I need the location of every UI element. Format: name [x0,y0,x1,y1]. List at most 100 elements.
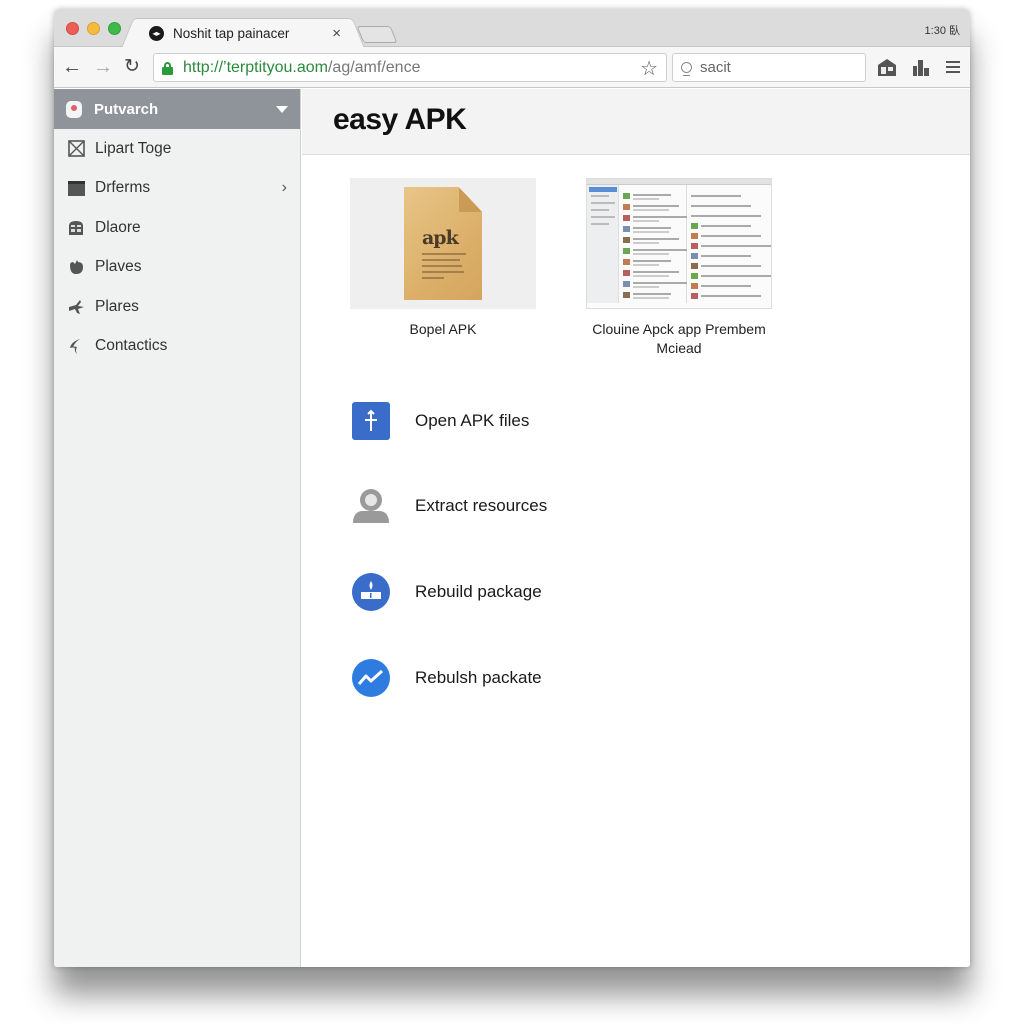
forward-button[interactable]: → [91,55,115,79]
preview-thumb [691,263,698,269]
address-bar[interactable]: http://’terptityou.aom/ag/amf/ence ☆ [153,53,667,82]
url-path: /ag/amf/ence [327,58,421,76]
main-content: easy APK apk Bopel APK Clouine Apck app [302,89,970,967]
preview-thumb [691,293,698,299]
action-open-apk-files[interactable]: Open APK files [352,402,529,440]
bookmark-star-icon[interactable]: ☆ [640,56,658,81]
sidebar-item-drferms[interactable]: Drferms › [54,169,300,209]
sidebar-item-label: Contactics [95,337,168,355]
sidebar-item-plaves[interactable]: Plaves [54,248,300,288]
preview-line [633,194,671,196]
preview-thumb [623,237,630,243]
user-icon [352,487,390,525]
preview-thumb [623,193,630,199]
preview-line [691,215,761,217]
action-label: Rebuild package [415,582,542,601]
action-label: Open APK files [415,411,530,430]
preview-line [633,249,687,251]
app-window-preview [586,178,772,309]
preview-line [633,297,669,299]
apple-icon [67,258,85,276]
title-bar: ◂▸ Noshit tap painacer × 1:30 臥 [54,9,970,48]
build-icon [352,573,390,611]
preview-thumb [691,283,698,289]
sidebar-item-contactics[interactable]: Contactics [54,327,300,367]
close-tab-icon[interactable]: × [332,25,341,42]
preview-sidebar-line [591,216,615,218]
preview-line [701,255,751,257]
preview-sidebar-line [591,223,609,225]
preview-line [701,245,771,247]
preview-thumb [691,273,698,279]
preview-thumb [691,233,698,239]
tab-title: Noshit tap painacer [173,26,290,41]
reload-button[interactable]: ↻ [120,55,144,79]
building-icon [67,219,85,237]
sidebar-item-label: Plares [95,297,139,315]
main-header: easy APK [302,89,970,155]
preview-line [701,295,761,297]
preview-thumb [623,204,630,210]
preview-line [633,260,671,262]
caret-down-icon[interactable] [276,105,288,113]
preview-thumb [623,281,630,287]
plane-icon [67,298,85,316]
preview-line [701,275,771,277]
preview-thumb [623,226,630,232]
status-text: 1:30 臥 [924,25,960,37]
card-caption: Clouine Apck app Prembem Mciead [592,321,766,356]
action-rebuild-package[interactable]: Rebuild package [352,573,542,611]
browser-window: ◂▸ Noshit tap painacer × 1:30 臥 ← → ↻ ht… [54,9,970,967]
sidebar-item-label: Dlaore [95,218,141,236]
sidebar-item-lipart-toge[interactable]: Lipart Toge [54,129,300,169]
new-tab-button[interactable] [356,26,398,43]
action-label: Rebulsh packate [415,668,542,687]
preview-sidebar-line [591,202,615,204]
maximize-window-button[interactable] [108,22,121,35]
preview-thumb [691,223,698,229]
tab-active[interactable]: ◂▸ Noshit tap painacer × [134,18,352,48]
preview-line [633,216,687,218]
card-app-screenshot[interactable]: Clouine Apck app Prembem Mciead [586,178,772,358]
minimize-window-button[interactable] [87,22,100,35]
sidebar-item-dlaore[interactable]: Dlaore [54,208,300,248]
preview-line [633,227,671,229]
card-apk-file[interactable]: apk Bopel APK [350,178,536,339]
preview-line [633,253,669,255]
apk-file-thumbnail: apk [350,178,536,309]
preview-line [633,209,669,211]
home-icon[interactable] [876,56,898,78]
back-button[interactable]: ← [60,55,84,79]
chevron-right-icon: › [281,179,287,197]
page-title: easy APK [333,103,467,136]
preview-line [633,231,669,233]
action-label: Extract resources [415,496,548,515]
preview-thumb [623,259,630,265]
sidebar-item-label: Drferms [95,179,151,197]
search-input[interactable]: sacit [672,53,866,82]
preview-line [701,235,761,237]
preview-sidebar-line [591,195,609,197]
app-screenshot-thumbnail [586,178,772,309]
preview-thumb [623,292,630,298]
preview-line [633,238,679,240]
preview-line [691,205,751,207]
preview-line [633,286,659,288]
close-window-button[interactable] [66,22,79,35]
preview-line [633,293,671,295]
preview-line [633,282,687,284]
browser-toolbar: ← → ↻ http://’terptityou.aom/ag/amf/ence… [54,47,970,88]
preview-line [633,205,679,207]
lock-icon [162,62,173,75]
preview-thumb [691,243,698,249]
menu-icon[interactable] [942,56,964,78]
folder-icon [67,179,85,197]
preview-thumb [623,248,630,254]
sidebar-item-plares[interactable]: Plares [54,287,300,327]
card-caption: Bopel APK [409,321,477,337]
sidebar-header[interactable]: Putvarch [54,89,300,129]
sidebar-item-label: Plaves [95,258,142,276]
action-extract-resources[interactable]: Extract resources [352,487,547,525]
action-rebulsh-packate[interactable]: Rebulsh packate [352,659,542,697]
stats-icon[interactable] [910,56,932,78]
